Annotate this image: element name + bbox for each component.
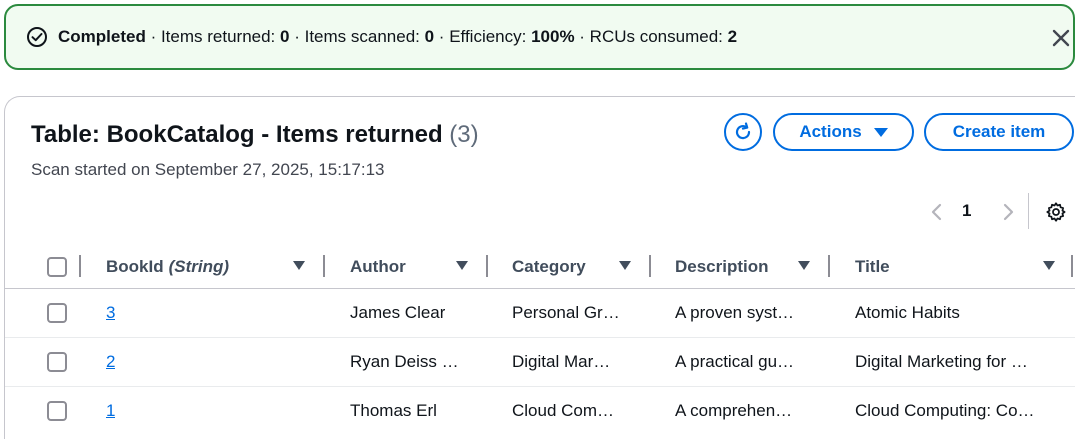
column-divider[interactable] [486, 255, 488, 277]
check-circle-icon [27, 27, 47, 47]
cell-category: Personal Gr… [512, 303, 620, 322]
item-id-link[interactable]: 1 [106, 401, 115, 421]
gear-icon[interactable] [1045, 201, 1067, 223]
refresh-icon [735, 122, 751, 140]
flash-message: Completed · Items returned: 0 · Items sc… [58, 27, 738, 46]
cell-author: James Clear [350, 303, 446, 322]
table-row: 1 Thomas Erl Cloud Com… A comprehen… Clo… [5, 387, 1075, 436]
row-checkbox[interactable] [47, 303, 67, 323]
item-id-link[interactable]: 2 [106, 352, 115, 372]
items-scanned-value: 0 [424, 27, 435, 46]
table-row: 3 James Clear Personal Gr… A proven syst… [5, 289, 1075, 338]
column-divider[interactable] [1071, 255, 1073, 277]
cell-author: Thomas Erl [350, 401, 437, 420]
cell-title: Atomic Habits [855, 303, 960, 322]
column-divider[interactable] [828, 255, 830, 277]
scan-timestamp: Scan started on September 27, 2025, 15:1… [31, 160, 385, 179]
efficiency-label: Efficiency: [449, 27, 532, 46]
close-icon[interactable] [1049, 26, 1073, 50]
pagination-divider [1028, 193, 1029, 229]
column-header-title[interactable]: Title [855, 247, 890, 287]
cell-author: Ryan Deiss … [350, 352, 459, 371]
pagination-page-1[interactable]: 1 [962, 201, 971, 221]
table-row: 2 Ryan Deiss … Digital Mar… A practical … [5, 338, 1075, 387]
efficiency-value: 100% [531, 27, 575, 46]
items-scanned-label: Items scanned: [304, 27, 425, 46]
column-header-author[interactable]: Author [350, 247, 406, 287]
caret-down-icon [873, 127, 888, 137]
column-header-bookid[interactable]: BookId (String) [106, 247, 229, 287]
column-divider[interactable] [649, 255, 651, 277]
refresh-button[interactable] [724, 113, 762, 151]
items-table-panel: Table: BookCatalog - Items returned (3) … [4, 96, 1075, 439]
chevron-left-icon[interactable] [927, 201, 947, 223]
cell-title: Cloud Computing: Co… [855, 401, 1035, 420]
column-divider [79, 255, 81, 277]
sort-caret-icon[interactable] [293, 261, 305, 270]
cell-title: Digital Marketing for … [855, 352, 1028, 371]
row-checkbox[interactable] [47, 352, 67, 372]
cell-description: A proven syst… [675, 303, 795, 322]
item-id-link[interactable]: 3 [106, 303, 115, 323]
cell-description: A comprehen… [675, 401, 793, 420]
success-flash-banner: Completed · Items returned: 0 · Items sc… [4, 4, 1075, 70]
column-header-category[interactable]: Category [512, 247, 586, 287]
rcu-value: 2 [727, 27, 738, 46]
flash-status: Completed [58, 27, 146, 46]
select-all-checkbox[interactable] [47, 257, 67, 277]
create-item-button[interactable]: Create item [924, 113, 1074, 151]
column-divider[interactable] [323, 255, 325, 277]
rcu-label: RCUs consumed: [589, 27, 728, 46]
items-count: (3) [449, 121, 479, 148]
table-header: BookId (String) Author Category Descript… [5, 247, 1075, 289]
row-checkbox[interactable] [47, 401, 67, 421]
chevron-right-icon[interactable] [998, 201, 1018, 223]
cell-category: Digital Mar… [512, 352, 611, 371]
actions-dropdown-button[interactable]: Actions [773, 113, 914, 151]
cell-description: A practical gu… [675, 352, 795, 371]
cell-category: Cloud Com… [512, 401, 615, 420]
sort-caret-icon[interactable] [798, 261, 810, 270]
column-type: (String) [168, 257, 230, 276]
sort-caret-icon[interactable] [1043, 261, 1055, 270]
sort-caret-icon[interactable] [456, 261, 468, 270]
page-title: Table: BookCatalog - Items returned (3) [31, 121, 479, 148]
column-header-description[interactable]: Description [675, 247, 769, 287]
sort-caret-icon[interactable] [619, 261, 631, 270]
items-returned-label: Items returned: [160, 27, 281, 46]
